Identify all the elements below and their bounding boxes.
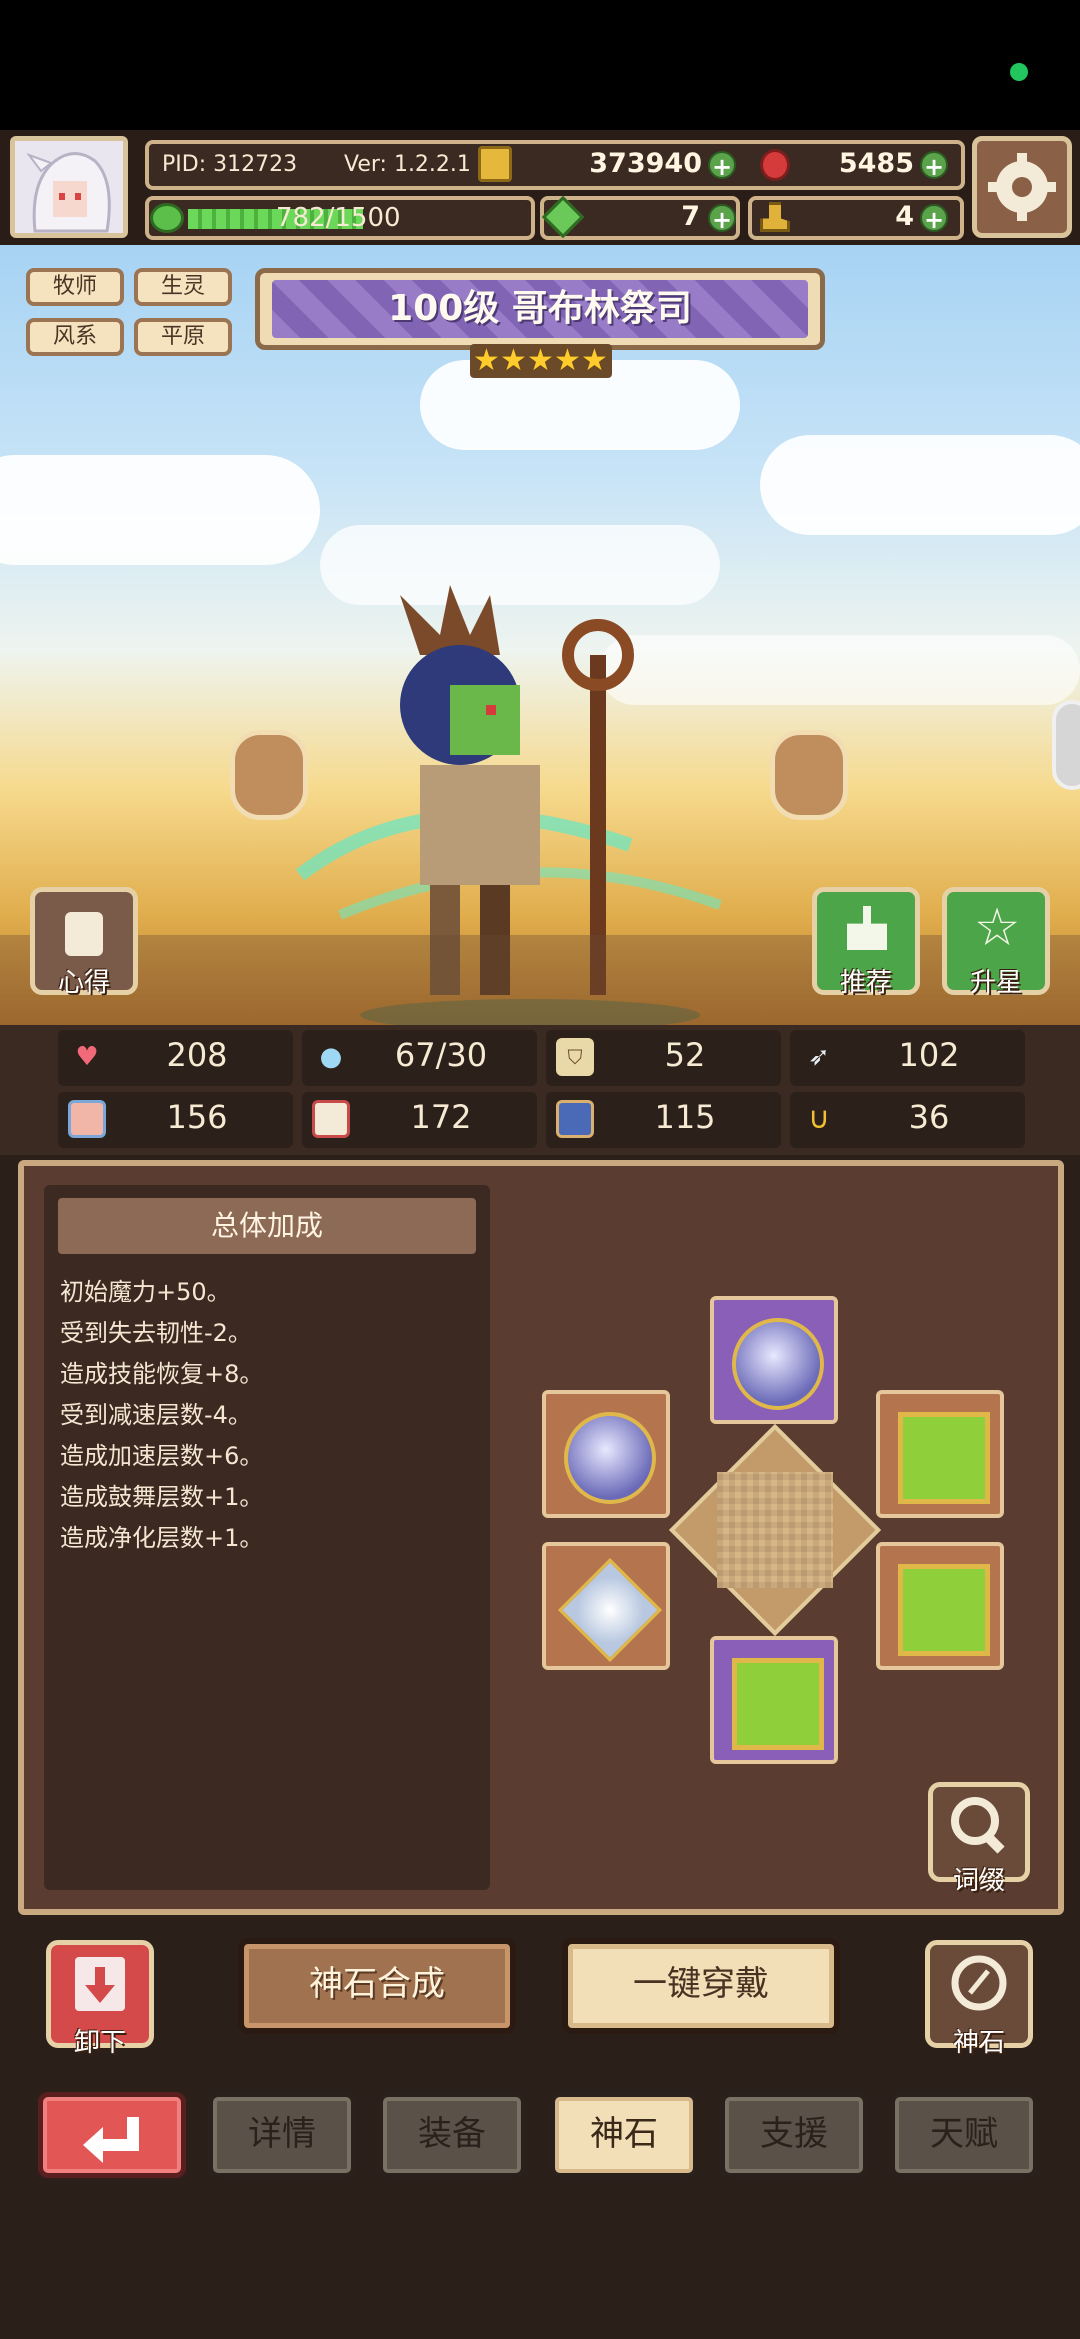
- star-outline-icon: ☆: [973, 898, 1021, 958]
- cloud: [0, 455, 320, 565]
- settings-button[interactable]: [972, 136, 1072, 238]
- gem-slot-right-upper[interactable]: [876, 1390, 1004, 1518]
- gem-slot-right-lower[interactable]: [876, 1542, 1004, 1670]
- return-arrow-icon: [83, 2117, 139, 2163]
- shield-icon: ⛉: [556, 1038, 594, 1076]
- spellbook-icon: [312, 1100, 350, 1138]
- class-tag-priest: 牧师: [26, 268, 124, 306]
- star-up-label: 升星: [969, 968, 1022, 998]
- water-drop-icon: ●: [319, 1042, 343, 1072]
- affix-label: 词缀: [952, 1866, 1005, 1896]
- white-diamond-gem-icon: [557, 1557, 663, 1663]
- stat-mana-value: 67/30: [394, 1036, 488, 1074]
- thumbs-up-icon: [847, 906, 887, 950]
- recommend-label: 推荐: [839, 968, 892, 998]
- gem-label: 神石: [952, 2028, 1005, 2058]
- scroll-icon: [556, 1100, 594, 1138]
- rune-slot-right[interactable]: [770, 730, 848, 820]
- stat-strength-value: 156: [166, 1098, 228, 1136]
- stat-armor-value: 52: [664, 1036, 706, 1074]
- wing-icon: ➶: [808, 1042, 830, 1072]
- star-icon: ★: [581, 343, 608, 378]
- stat-magic-value: 172: [410, 1098, 472, 1136]
- back-button[interactable]: [38, 2092, 186, 2178]
- gold-amount: 373940: [589, 148, 702, 179]
- star-icon: ★: [554, 343, 581, 378]
- bonus-line: 造成加速层数+6。: [60, 1442, 264, 1470]
- bonus-line: 初始魔力+50。: [60, 1278, 231, 1306]
- star-icon: ★: [527, 343, 554, 378]
- stat-hp-value: 208: [166, 1036, 228, 1074]
- bonus-heading: 总体加成: [58, 1198, 476, 1254]
- rune-slot-left[interactable]: [230, 730, 308, 820]
- status-bar: [0, 0, 1080, 130]
- cloud: [760, 435, 1080, 535]
- tab-equipment[interactable]: 装备: [378, 2092, 526, 2178]
- player-id: PID: 312723: [162, 152, 298, 177]
- green-square-gem-icon: [898, 1564, 990, 1656]
- game-version: Ver: 1.2.2.1: [344, 152, 471, 177]
- edge-handle[interactable]: [1052, 700, 1080, 790]
- magnifier-icon: [951, 1797, 1005, 1854]
- green-square-gem-icon: [732, 1658, 824, 1750]
- stat-resist-value: 115: [654, 1098, 716, 1136]
- red-gem-icon: [760, 149, 790, 181]
- add-boot-button[interactable]: +: [920, 204, 948, 234]
- gem-slot-top[interactable]: [710, 1296, 838, 1424]
- stat-luck-value: 36: [908, 1098, 950, 1136]
- gem-slot-left-lower[interactable]: [542, 1542, 670, 1670]
- exp-clover-icon: [150, 203, 184, 233]
- player-avatar[interactable]: [10, 136, 128, 238]
- gem-slot-left-upper[interactable]: [542, 1390, 670, 1518]
- tab-talent[interactable]: 天赋: [890, 2092, 1038, 2178]
- bonus-line: 受到减速层数-4。: [60, 1401, 252, 1429]
- purple-orb-gem-icon: [732, 1318, 824, 1410]
- gem-slot-bottom[interactable]: [710, 1636, 838, 1764]
- bonus-line: 造成技能恢复+8。: [60, 1360, 264, 1388]
- tab-support[interactable]: 支援: [720, 2092, 868, 2178]
- green-square-gem-icon: [898, 1412, 990, 1504]
- unload-label: 卸下: [73, 2028, 126, 2058]
- exp-text: 782/1500: [276, 203, 401, 233]
- one-click-equip-button[interactable]: 一键穿戴: [562, 1938, 840, 2034]
- star-icon: ★: [500, 343, 527, 378]
- purple-orb-gem-icon: [564, 1412, 656, 1504]
- arrow-down-icon: [75, 1957, 125, 2011]
- heart-icon: ♥: [75, 1042, 99, 1072]
- insight-label: 心得: [57, 968, 110, 998]
- bonus-line: 造成净化层数+1。: [60, 1524, 264, 1552]
- gem-center-grid: [717, 1472, 833, 1588]
- gold-coin-icon: [478, 146, 512, 182]
- avatar-portrait-icon: [15, 141, 123, 233]
- bonus-line: 受到失去韧性-2。: [60, 1319, 252, 1347]
- gear-icon: [988, 153, 1056, 221]
- bonus-line: 造成鼓舞层数+1。: [60, 1483, 264, 1511]
- add-clover-button[interactable]: +: [708, 204, 736, 234]
- horseshoe-icon: ∪: [808, 1101, 830, 1136]
- race-tag-living: 生灵: [134, 268, 232, 306]
- clover-amount: 7: [681, 201, 700, 232]
- recording-indicator-icon: [1010, 63, 1028, 81]
- stat-speed-value: 102: [898, 1036, 960, 1074]
- gem-amount: 5485: [838, 148, 914, 179]
- gem-stone-icon: [951, 1955, 1007, 2011]
- hero-title: 100级 哥布林祭司: [272, 280, 808, 338]
- boot-amount: 4: [895, 201, 914, 232]
- element-tag-wind: 风系: [26, 318, 124, 356]
- notebook-icon: [65, 912, 103, 956]
- gem-synthesis-button[interactable]: 神石合成: [238, 1938, 516, 2034]
- add-gem-button[interactable]: +: [920, 151, 948, 181]
- tab-gems[interactable]: 神石: [550, 2092, 698, 2178]
- tab-details[interactable]: 详情: [208, 2092, 356, 2178]
- fist-icon: [68, 1100, 106, 1138]
- terrain-tag-plain: 平原: [134, 318, 232, 356]
- star-icon: ★: [473, 343, 500, 378]
- add-gold-button[interactable]: +: [708, 151, 736, 181]
